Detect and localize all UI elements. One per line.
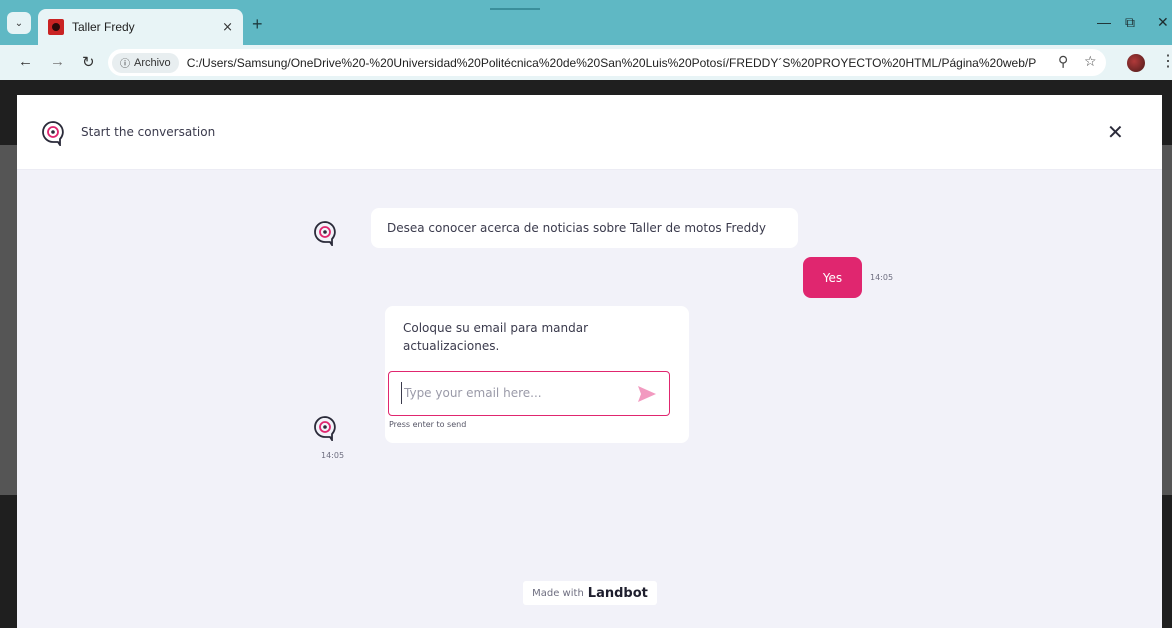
back-icon[interactable]: ← [18, 53, 33, 70]
message-time: 14:05 [321, 451, 345, 460]
reload-icon[interactable]: ↻ [82, 53, 95, 71]
bot-avatar-icon [42, 121, 64, 146]
minimize-icon[interactable]: — [1097, 14, 1111, 30]
chat-panel: Start the conversation ✕ Desea conocer a… [17, 95, 1162, 628]
site-info-chip[interactable]: ⓘ Archivo [112, 52, 179, 73]
zoom-icon[interactable]: ⚲ [1058, 54, 1068, 70]
tab-search-icon[interactable]: ⌄ [7, 12, 31, 34]
tab-strip: ⌄ Taller Fredy × + — ⧉ ✕ [0, 0, 1172, 45]
tab-taller-fredy[interactable]: Taller Fredy × [38, 9, 243, 45]
bot-message: Desea conocer acerca de noticias sobre T… [371, 208, 798, 248]
send-icon[interactable] [637, 385, 657, 403]
made-with-landbot-badge[interactable]: Made with Landbot [523, 581, 657, 605]
tab-title: Taller Fredy [72, 20, 135, 34]
message-time: 14:05 [870, 273, 894, 282]
site-info-label: Archivo [134, 56, 171, 69]
forward-icon[interactable]: → [50, 53, 65, 70]
tab-close-icon[interactable]: × [222, 20, 233, 35]
new-tab-icon[interactable]: + [252, 14, 263, 35]
browser-menu-icon[interactable]: ⋮ [1160, 51, 1172, 71]
address-bar[interactable]: ⓘ Archivo C:/Users/Samsung/OneDrive%20-%… [108, 49, 1106, 76]
bot-avatar-icon [314, 416, 336, 441]
chat-header: Start the conversation ✕ [17, 95, 1162, 170]
site-favicon-icon [48, 19, 64, 35]
profile-avatar[interactable] [1127, 54, 1145, 72]
bookmark-star-icon[interactable]: ☆ [1084, 54, 1097, 70]
bot-avatar-icon [314, 221, 336, 246]
url-text: C:/Users/Samsung/OneDrive%20-%20Universi… [186, 55, 1037, 70]
chat-close-icon[interactable]: ✕ [1107, 120, 1124, 145]
landbot-logo: Landbot [587, 585, 648, 601]
browser-window: ⌄ Taller Fredy × + — ⧉ ✕ ← → ↻ ⓘ Archivo… [0, 0, 1172, 628]
restore-icon[interactable]: ⧉ [1125, 14, 1135, 31]
info-icon: ⓘ [120, 59, 130, 70]
tab-strip-indicator [490, 8, 540, 10]
email-input[interactable] [401, 382, 629, 404]
email-field[interactable] [388, 371, 670, 416]
user-message: Yes [803, 257, 862, 298]
send-hint: Press enter to send [389, 420, 467, 429]
browser-toolbar: ← → ↻ ⓘ Archivo C:/Users/Samsung/OneDriv… [0, 45, 1172, 80]
bot-message-text: Coloque su email para mandar actualizaci… [403, 321, 589, 353]
chat-header-title: Start the conversation [81, 125, 216, 139]
made-with-label: Made with [532, 587, 584, 599]
window-close-icon[interactable]: ✕ [1157, 14, 1169, 31]
